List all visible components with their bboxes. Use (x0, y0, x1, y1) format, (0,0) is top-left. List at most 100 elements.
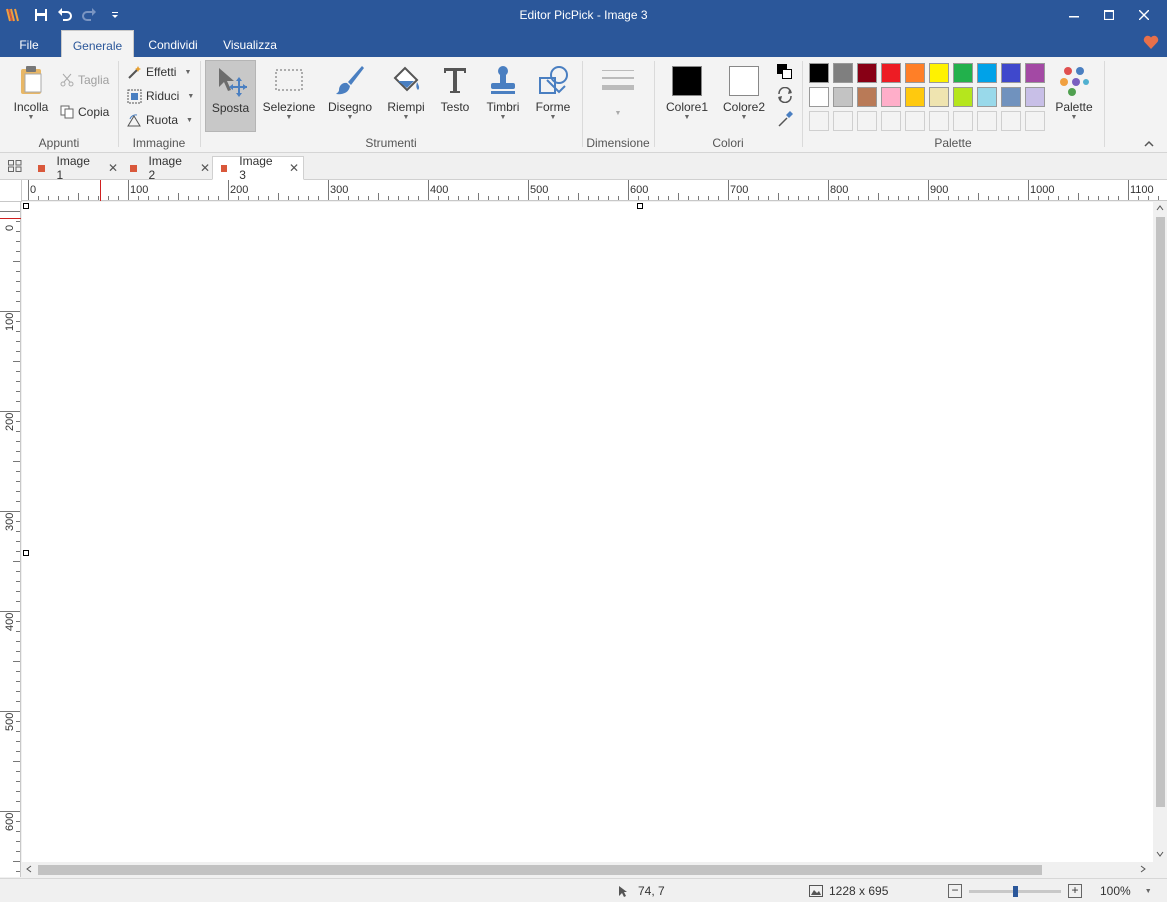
close-tab-icon[interactable]: ✕ (289, 161, 299, 175)
scroll-down-icon[interactable] (1156, 851, 1164, 857)
rotate-icon (127, 113, 141, 126)
palette-swatch[interactable] (833, 63, 853, 83)
shapes-tool-button[interactable]: Forme ▼ (530, 60, 576, 132)
doc-tab-image-2[interactable]: Image 2 ✕ (118, 154, 214, 182)
resize-icon (127, 89, 142, 103)
palette-swatch[interactable] (1025, 87, 1045, 107)
tab-condividi[interactable]: Condividi (140, 30, 206, 57)
palette-swatch[interactable] (905, 63, 925, 83)
horizontal-scroll-thumb[interactable] (38, 865, 1042, 875)
heart-icon[interactable] (1143, 35, 1159, 52)
image-canvas[interactable] (22, 202, 1153, 862)
maximize-button[interactable] (1091, 0, 1127, 30)
color1-button[interactable]: Colore1 ▼ (663, 60, 711, 132)
palette-swatch[interactable] (881, 63, 901, 83)
save-icon[interactable] (30, 5, 52, 25)
zoom-slider-thumb[interactable] (1013, 886, 1018, 897)
grid-view-icon[interactable] (8, 160, 22, 175)
palette-swatch[interactable] (1001, 87, 1021, 107)
zoom-in-button[interactable]: + (1068, 884, 1082, 898)
copy-button[interactable]: Copia (60, 102, 109, 122)
pointer-icon (619, 885, 627, 897)
zoom-level-dropdown[interactable]: 100% ▼ (1100, 884, 1152, 898)
palette-swatch[interactable] (953, 111, 973, 131)
resize-handle-top-left[interactable] (23, 203, 29, 209)
ruler-tick (13, 861, 20, 862)
tab-visualizza[interactable]: Visualizza (216, 30, 284, 57)
doc-tab-image-1[interactable]: Image 1 ✕ (26, 154, 122, 182)
color2-button[interactable]: Colore2 ▼ (720, 60, 768, 132)
palette-swatch[interactable] (1001, 63, 1021, 83)
scroll-left-icon[interactable] (26, 865, 32, 873)
palette-swatch[interactable] (953, 87, 973, 107)
doc-tab-image-3[interactable]: Image 3 ✕ (212, 154, 304, 182)
resize-handle-top[interactable] (637, 203, 643, 209)
ruler-tick (1158, 196, 1159, 200)
effects-button[interactable]: Effetti ▼ (127, 62, 191, 82)
palette-swatch[interactable] (809, 111, 829, 131)
close-tab-icon[interactable]: ✕ (200, 161, 210, 175)
palette-button[interactable]: Palette ▼ (1050, 60, 1098, 132)
tab-generale[interactable]: Generale (61, 30, 134, 57)
palette-swatch[interactable] (977, 87, 997, 107)
palette-swatch[interactable] (857, 87, 877, 107)
ruler-tick (16, 481, 20, 482)
palette-swatch[interactable] (977, 111, 997, 131)
selection-tool-button[interactable]: Selezione ▼ (260, 60, 318, 132)
palette-swatch[interactable] (809, 87, 829, 107)
cut-button[interactable]: Taglia (60, 70, 109, 90)
palette-swatch[interactable] (929, 111, 949, 131)
scroll-up-icon[interactable] (1156, 205, 1164, 211)
palette-swatch[interactable] (905, 111, 925, 131)
paste-button[interactable]: Incolla ▼ (8, 60, 54, 132)
ruler-tick (16, 531, 20, 532)
scroll-right-icon[interactable] (1140, 865, 1146, 873)
vertical-scrollbar[interactable] (1153, 201, 1167, 863)
palette-swatch[interactable] (1025, 111, 1045, 131)
ruler-tick (958, 196, 959, 200)
default-colors-icon[interactable] (776, 63, 794, 79)
palette-swatch[interactable] (929, 63, 949, 83)
resize-handle-left[interactable] (23, 550, 29, 556)
horizontal-scrollbar[interactable] (22, 862, 1153, 877)
eyedropper-icon[interactable] (776, 111, 794, 130)
chevron-down-icon: ▼ (27, 114, 35, 121)
zoom-out-button[interactable]: − (948, 884, 962, 898)
close-tab-icon[interactable]: ✕ (108, 161, 118, 175)
palette-swatch[interactable] (905, 87, 925, 107)
ruler-tick (458, 196, 459, 200)
draw-tool-button[interactable]: Disegno ▼ (324, 60, 376, 132)
palette-swatch[interactable] (881, 111, 901, 131)
stamps-tool-button[interactable]: Timbri ▼ (480, 60, 526, 132)
minimize-button[interactable] (1056, 0, 1092, 30)
app-logo-icon[interactable] (2, 5, 24, 25)
palette-swatch[interactable] (953, 63, 973, 83)
palette-swatch[interactable] (1001, 111, 1021, 131)
palette-swatch[interactable] (929, 87, 949, 107)
palette-swatch[interactable] (857, 63, 877, 83)
vertical-scroll-thumb[interactable] (1156, 217, 1165, 807)
rotate-button[interactable]: Ruota ▼ (127, 110, 193, 130)
customize-icon[interactable] (104, 5, 126, 25)
palette-swatch[interactable] (977, 63, 997, 83)
redo-icon[interactable] (78, 5, 100, 25)
dimension-button[interactable]: ▼ (592, 60, 644, 132)
palette-swatch[interactable] (833, 111, 853, 131)
fill-tool-button[interactable]: Riempi ▼ (382, 60, 430, 132)
palette-swatch[interactable] (809, 63, 829, 83)
swap-colors-icon[interactable] (776, 86, 794, 106)
text-tool-button[interactable]: Testo (434, 60, 476, 132)
move-tool-button[interactable]: Sposta (205, 60, 256, 132)
collapse-ribbon-icon[interactable] (1144, 137, 1154, 151)
palette-swatch[interactable] (857, 111, 877, 131)
resize-button[interactable]: Riduci ▼ (127, 86, 194, 106)
palette-swatch[interactable] (1025, 63, 1045, 83)
ruler-tick (848, 196, 849, 200)
zoom-slider[interactable] (969, 886, 1061, 897)
close-window-button[interactable] (1126, 0, 1162, 30)
palette-swatch[interactable] (881, 87, 901, 107)
palette-swatch[interactable] (833, 87, 853, 107)
ruler-tick (138, 196, 139, 200)
tab-file[interactable]: File (8, 30, 50, 57)
undo-icon[interactable] (54, 5, 76, 25)
